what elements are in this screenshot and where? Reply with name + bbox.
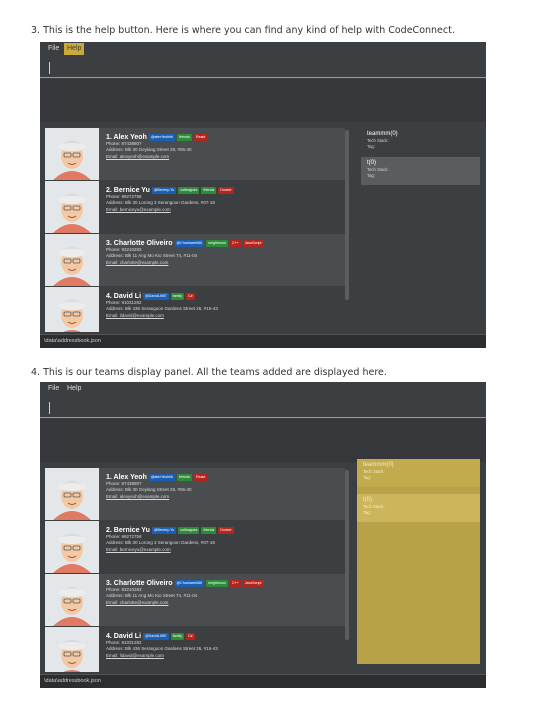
tag-badge: JavaScript bbox=[242, 240, 264, 247]
person-card[interactable]: 1. Alex Yeoh @alexYeohhh friends React P… bbox=[45, 468, 345, 520]
person-name: 3. Charlotte Oliveiro bbox=[106, 580, 173, 587]
avatar bbox=[45, 627, 99, 672]
tag-badge: React bbox=[193, 134, 208, 141]
avatar bbox=[45, 234, 99, 286]
person-email[interactable]: Email: alexyeoh@example.com bbox=[106, 154, 342, 160]
team-tag: Tag: bbox=[367, 173, 375, 178]
team-card[interactable]: teammm(0) Tech Stack: Tag: bbox=[361, 128, 480, 156]
tag-badge: C# bbox=[186, 293, 195, 300]
person-card[interactable]: 1. Alex Yeoh @alexYeohhh friends React P… bbox=[45, 128, 345, 180]
person-email[interactable]: Email: alexyeoh@example.com bbox=[106, 494, 342, 500]
tag-badge: C# bbox=[186, 633, 195, 640]
team-tag: Tag: bbox=[363, 475, 371, 480]
team-card[interactable]: teammm(0) Tech Stack: Tag: bbox=[357, 459, 480, 487]
status-file-path: \data\addressbook.json bbox=[44, 338, 101, 344]
person-list-scrollbar[interactable] bbox=[345, 130, 349, 300]
avatar bbox=[45, 574, 99, 626]
person-card[interactable]: 3. Charlotte Oliveiro @Charlowie666 neig… bbox=[45, 234, 345, 286]
command-input[interactable] bbox=[40, 56, 486, 78]
tag-badge: neighbours bbox=[206, 240, 228, 247]
status-bar: \data\addressbook.json bbox=[40, 674, 486, 688]
person-card[interactable]: 3. Charlotte Oliveiro @Charlowie666 neig… bbox=[45, 574, 345, 626]
team-list: teammm(0) Tech Stack: Tag: t(0) Tech Sta… bbox=[361, 128, 480, 188]
person-card[interactable]: 2. Bernice Yu @Berney-Yu colleagues frie… bbox=[45, 181, 345, 233]
app-window-teams: File Help 1. Alex Yeoh @alexYeohhh frien… bbox=[40, 382, 486, 688]
caption-help: 3. This is the help button. Here is wher… bbox=[31, 25, 455, 36]
person-email[interactable]: Email: lidavid@example.com bbox=[106, 313, 342, 319]
person-list: 1. Alex Yeoh @alexYeohhh friends React P… bbox=[45, 128, 348, 332]
tag-badge: @DavidLi987 bbox=[143, 293, 169, 300]
menu-bar: File Help bbox=[40, 382, 486, 396]
team-list-highlighted: teammm(0) Tech Stack: Tag: t(0) Tech Sta… bbox=[357, 459, 480, 664]
avatar bbox=[45, 128, 99, 180]
tag-badge: C++ bbox=[229, 240, 241, 247]
tag-badge: neighbours bbox=[206, 580, 228, 587]
person-email[interactable]: Email: berniceyu@example.com bbox=[106, 207, 342, 213]
caption-teams: 4. This is our teams display panel. All … bbox=[31, 367, 387, 378]
text-caret bbox=[49, 402, 50, 414]
person-name: 3. Charlotte Oliveiro bbox=[106, 240, 173, 247]
avatar bbox=[45, 287, 99, 332]
tag-badge: family bbox=[170, 293, 185, 300]
menu-file[interactable]: File bbox=[45, 383, 62, 395]
person-email[interactable]: Email: charlotte@example.com bbox=[106, 600, 342, 606]
tag-badge: @Berney-Yu bbox=[151, 187, 177, 194]
team-name: t(0) bbox=[363, 497, 372, 503]
tag-badge: @alexYeohhh bbox=[148, 134, 176, 141]
avatar bbox=[45, 468, 99, 520]
tag-badge: colleagues bbox=[178, 187, 200, 194]
result-display bbox=[40, 419, 486, 462]
tag-badge: @Berney-Yu bbox=[151, 527, 177, 534]
tag-badge: JavaScript bbox=[242, 580, 264, 587]
text-caret bbox=[49, 62, 50, 74]
team-name: t(0) bbox=[367, 160, 376, 166]
tag-badge: colleagues bbox=[178, 527, 200, 534]
status-file-path: \data\addressbook.json bbox=[44, 678, 101, 684]
person-name: 2. Bernice Yu bbox=[106, 187, 150, 194]
person-list-scrollbar[interactable] bbox=[345, 470, 349, 640]
team-card[interactable]: t(0) Tech Stack: Tag: bbox=[361, 157, 480, 185]
menu-help[interactable]: Help bbox=[64, 383, 84, 395]
person-email[interactable]: Email: berniceyu@example.com bbox=[106, 547, 342, 553]
tag-badge: friends bbox=[177, 474, 192, 481]
menu-file[interactable]: File bbox=[45, 43, 62, 55]
avatar bbox=[45, 181, 99, 233]
tag-badge: C++ bbox=[229, 580, 241, 587]
menu-bar: File Help bbox=[40, 42, 486, 56]
person-name: 2. Bernice Yu bbox=[106, 527, 150, 534]
status-bar: \data\addressbook.json bbox=[40, 334, 486, 348]
tag-badge: @alexYeohhh bbox=[148, 474, 176, 481]
person-name: 4. David Li bbox=[106, 293, 142, 300]
team-tag: Tag: bbox=[363, 510, 371, 515]
command-input[interactable] bbox=[40, 396, 486, 418]
tag-badge: React bbox=[193, 474, 208, 481]
avatar bbox=[45, 521, 99, 573]
person-name: 1. Alex Yeoh bbox=[106, 134, 147, 141]
person-email[interactable]: Email: charlotte@example.com bbox=[106, 260, 342, 266]
tag-badge: friends bbox=[201, 527, 217, 534]
person-list: 1. Alex Yeoh @alexYeohhh friends React P… bbox=[45, 468, 348, 672]
result-display bbox=[40, 79, 486, 122]
team-tag: Tag: bbox=[367, 144, 375, 149]
app-window-help: File Help 1. Alex Yeoh @alexYeohhh frien… bbox=[40, 42, 486, 348]
person-email[interactable]: Email: lidavid@example.com bbox=[106, 653, 342, 659]
tag-badge: @Charlowie666 bbox=[174, 580, 205, 587]
person-name: 4. David Li bbox=[106, 633, 142, 640]
person-card[interactable]: 4. David Li @DavidLi987 family C# Phone:… bbox=[45, 287, 345, 332]
team-name: teammm(0) bbox=[367, 131, 398, 137]
tag-badge: @DavidLi987 bbox=[143, 633, 169, 640]
team-card[interactable]: t(0) Tech Stack: Tag: bbox=[357, 494, 480, 522]
tag-badge: friends bbox=[177, 134, 192, 141]
team-name: teammm(0) bbox=[363, 462, 394, 468]
person-name: 1. Alex Yeoh bbox=[106, 474, 147, 481]
person-card[interactable]: 4. David Li @DavidLi987 family C# Phone:… bbox=[45, 627, 345, 672]
menu-help[interactable]: Help bbox=[64, 43, 85, 55]
tag-badge: family bbox=[170, 633, 185, 640]
tag-badge: Docker bbox=[218, 527, 234, 534]
person-card[interactable]: 2. Bernice Yu @Berney-Yu colleagues frie… bbox=[45, 521, 345, 573]
tag-badge: Docker bbox=[218, 187, 234, 194]
tag-badge: friends bbox=[201, 187, 217, 194]
tag-badge: @Charlowie666 bbox=[174, 240, 205, 247]
